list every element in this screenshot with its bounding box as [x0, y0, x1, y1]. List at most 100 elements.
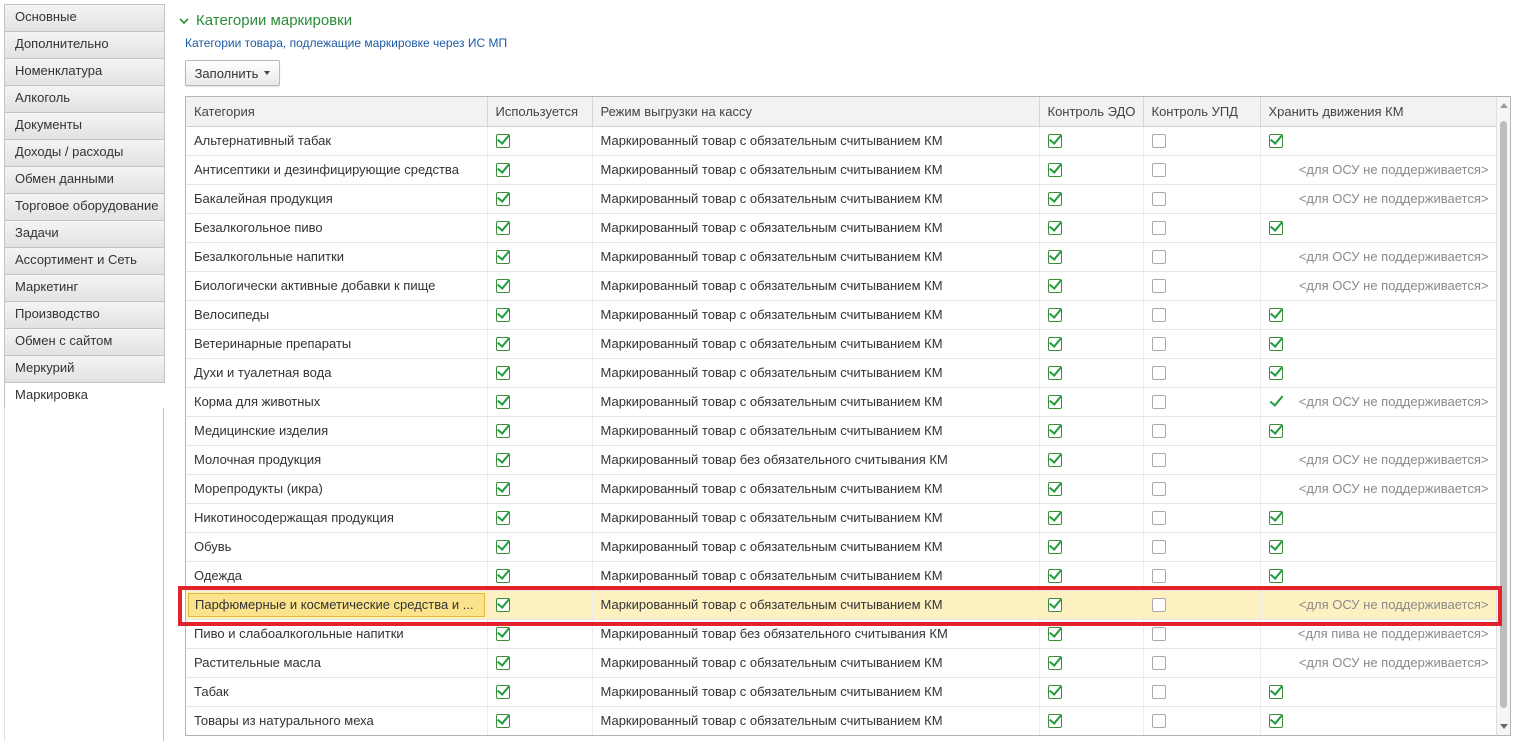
used-checkbox[interactable]	[495, 134, 510, 149]
tab-marking[interactable]: Маркировка	[4, 382, 165, 409]
edo-checkbox[interactable]	[1047, 656, 1062, 671]
upd-checkbox[interactable]	[1151, 453, 1166, 468]
cell-mode[interactable]: Маркированный товар с обязательным считы…	[592, 358, 1040, 388]
cell-mode[interactable]: Маркированный товар с обязательным считы…	[592, 213, 1040, 243]
km-checkbox[interactable]	[1268, 308, 1283, 323]
section-header[interactable]: Категории маркировки	[178, 12, 352, 29]
tab-main[interactable]: Основные	[4, 4, 165, 31]
edo-checkbox[interactable]	[1047, 482, 1062, 497]
cell-category[interactable]: Товары из натурального меха	[186, 706, 488, 735]
tab-income-expenses[interactable]: Доходы / расходы	[4, 139, 165, 166]
tab-site-exchange[interactable]: Обмен с сайтом	[4, 328, 165, 355]
edo-checkbox[interactable]	[1047, 453, 1062, 468]
upd-checkbox[interactable]	[1151, 511, 1166, 526]
edo-checkbox[interactable]	[1047, 337, 1062, 352]
cell-category[interactable]: Альтернативный табак	[186, 126, 488, 156]
table-row[interactable]: Пиво и слабоалкогольные напитки Маркирова…	[186, 619, 1498, 649]
used-checkbox[interactable]	[495, 395, 510, 410]
cell-category[interactable]: Одежда	[186, 561, 488, 591]
edo-checkbox[interactable]	[1047, 714, 1062, 729]
edo-checkbox[interactable]	[1047, 192, 1062, 207]
categories-table[interactable]: Категория Используется Режим выгрузки на…	[185, 96, 1511, 736]
upd-checkbox[interactable]	[1151, 337, 1166, 352]
upd-checkbox[interactable]	[1151, 395, 1166, 410]
km-checkbox[interactable]	[1268, 540, 1283, 555]
cell-mode[interactable]: Маркированный товар с обязательным считы…	[592, 126, 1040, 156]
cell-category[interactable]: Табак	[186, 677, 488, 707]
used-checkbox[interactable]	[495, 250, 510, 265]
cell-mode[interactable]: Маркированный товар с обязательным считы…	[592, 474, 1040, 504]
table-row[interactable]: Антисептики и дезинфицирующие средства Ма…	[186, 155, 1498, 185]
vertical-scrollbar[interactable]	[1496, 97, 1510, 735]
table-row[interactable]: Велосипеды Маркированный товар с обязател…	[186, 300, 1498, 330]
cell-mode[interactable]: Маркированный товар с обязательным считы…	[592, 271, 1040, 301]
tab-alcohol[interactable]: Алкоголь	[4, 85, 165, 112]
cell-category[interactable]: Парфюмерные и косметические средства и .…	[186, 590, 488, 620]
cell-category[interactable]: Духи и туалетная вода	[186, 358, 488, 388]
scroll-up-icon[interactable]	[1500, 103, 1508, 108]
table-row[interactable]: Парфюмерные и косметические средства и .…	[186, 590, 1498, 620]
table-row[interactable]: Медицинские изделия Маркированный товар с…	[186, 416, 1498, 446]
km-checkbox[interactable]	[1268, 424, 1283, 439]
edo-checkbox[interactable]	[1047, 163, 1062, 178]
tab-nomenclature[interactable]: Номенклатура	[4, 58, 165, 85]
tab-documents[interactable]: Документы	[4, 112, 165, 139]
table-row[interactable]: Бакалейная продукция Маркированный товар …	[186, 184, 1498, 214]
cell-mode[interactable]: Маркированный товар с обязательным считы…	[592, 503, 1040, 533]
tab-tasks[interactable]: Задачи	[4, 220, 165, 247]
edo-checkbox[interactable]	[1047, 395, 1062, 410]
cell-category[interactable]: Обувь	[186, 532, 488, 562]
used-checkbox[interactable]	[495, 366, 510, 381]
table-row[interactable]: Ветеринарные препараты Маркированный това…	[186, 329, 1498, 359]
col-header-km[interactable]: Хранить движения КМ	[1260, 97, 1498, 127]
km-checkbox[interactable]	[1268, 511, 1283, 526]
used-checkbox[interactable]	[495, 714, 510, 729]
cell-category[interactable]: Безалкогольное пиво	[186, 213, 488, 243]
used-checkbox[interactable]	[495, 337, 510, 352]
used-checkbox[interactable]	[495, 511, 510, 526]
cell-category[interactable]: Растительные масла	[186, 648, 488, 678]
upd-checkbox[interactable]	[1151, 308, 1166, 323]
used-checkbox[interactable]	[495, 482, 510, 497]
km-checkbox[interactable]	[1268, 714, 1283, 729]
cell-mode[interactable]: Маркированный товар с обязательным считы…	[592, 532, 1040, 562]
cell-category[interactable]: Бакалейная продукция	[186, 184, 488, 214]
col-header-used[interactable]: Используется	[487, 97, 593, 127]
cell-category[interactable]: Биологически активные добавки к пище	[186, 271, 488, 301]
upd-checkbox[interactable]	[1151, 366, 1166, 381]
cell-mode[interactable]: Маркированный товар без обязательного сч…	[592, 619, 1040, 649]
table-row[interactable]: Товары из натурального меха Маркированный…	[186, 706, 1498, 735]
cell-category[interactable]: Безалкогольные напитки	[186, 242, 488, 272]
tab-marketing[interactable]: Маркетинг	[4, 274, 165, 301]
upd-checkbox[interactable]	[1151, 656, 1166, 671]
tab-production[interactable]: Производство	[4, 301, 165, 328]
upd-checkbox[interactable]	[1151, 134, 1166, 149]
table-row[interactable]: Молочная продукция Маркированный товар бе…	[186, 445, 1498, 475]
table-row[interactable]: Корма для животных Маркированный товар с …	[186, 387, 1498, 417]
table-row[interactable]: Духи и туалетная вода Маркированный товар…	[186, 358, 1498, 388]
cell-mode[interactable]: Маркированный товар с обязательным считы…	[592, 155, 1040, 185]
upd-checkbox[interactable]	[1151, 424, 1166, 439]
edo-checkbox[interactable]	[1047, 308, 1062, 323]
upd-checkbox[interactable]	[1151, 192, 1166, 207]
table-row[interactable]: Биологически активные добавки к пище Марк…	[186, 271, 1498, 301]
table-row[interactable]: Одежда Маркированный товар с обязательным…	[186, 561, 1498, 591]
upd-checkbox[interactable]	[1151, 279, 1166, 294]
upd-checkbox[interactable]	[1151, 482, 1166, 497]
table-row[interactable]: Альтернативный табак Маркированный товар …	[186, 126, 1498, 156]
tab-additional[interactable]: Дополнительно	[4, 31, 165, 58]
km-checkbox[interactable]	[1268, 221, 1283, 236]
table-row[interactable]: Обувь Маркированный товар с обязательным …	[186, 532, 1498, 562]
tab-mercury[interactable]: Меркурий	[4, 355, 165, 382]
used-checkbox[interactable]	[495, 569, 510, 584]
cell-mode[interactable]: Маркированный товар с обязательным считы…	[592, 416, 1040, 446]
tab-trade-equipment[interactable]: Торговое оборудование	[4, 193, 165, 220]
edo-checkbox[interactable]	[1047, 134, 1062, 149]
used-checkbox[interactable]	[495, 192, 510, 207]
cell-mode[interactable]: Маркированный товар без обязательного сч…	[592, 445, 1040, 475]
edo-checkbox[interactable]	[1047, 569, 1062, 584]
km-checkbox[interactable]	[1268, 337, 1283, 352]
edo-checkbox[interactable]	[1047, 627, 1062, 642]
tab-assortment-network[interactable]: Ассортимент и Сеть	[4, 247, 165, 274]
cell-category[interactable]: Медицинские изделия	[186, 416, 488, 446]
